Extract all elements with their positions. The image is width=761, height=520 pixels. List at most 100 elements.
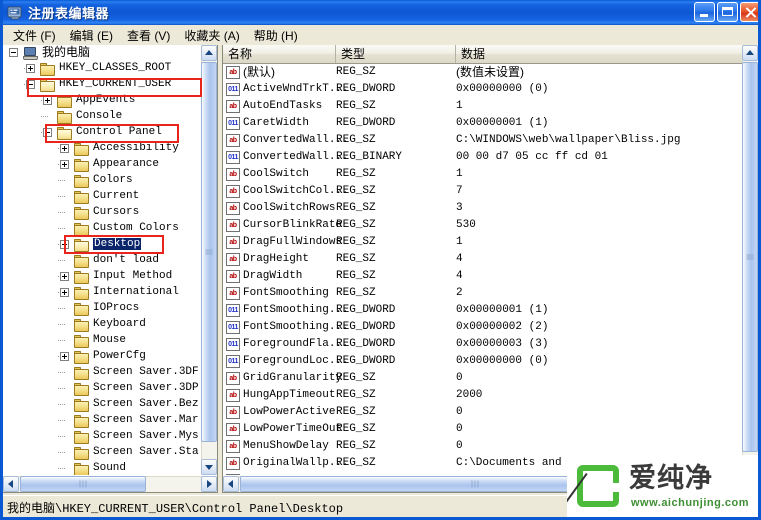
expand-icon[interactable] <box>60 288 69 297</box>
tree-vscroll-thumb[interactable] <box>201 62 217 442</box>
column-header-name[interactable]: 名称 <box>223 45 336 63</box>
tree-item-cursors[interactable]: Cursors <box>3 205 201 221</box>
menu-edit[interactable]: 编辑 (E) <box>63 25 120 46</box>
value-row[interactable]: ab CoolSwitchCol... REG_SZ 7 <box>223 183 741 200</box>
value-type: REG_SZ <box>336 372 376 384</box>
tree-item-screen-saver-mar[interactable]: Screen Saver.Mar <box>3 413 201 429</box>
value-row[interactable]: 011 ActiveWndTrkT... REG_DWORD 0x00000000 (… <box>223 81 741 98</box>
maximize-button[interactable] <box>717 2 738 22</box>
tree-item-current[interactable]: Current <box>3 189 201 205</box>
folder-icon <box>57 111 73 124</box>
value-row[interactable]: ab FontSmoothing REG_SZ 2 <box>223 285 741 302</box>
value-row[interactable]: ab DragHeight REG_SZ 4 <box>223 251 741 268</box>
value-row[interactable]: ab DragWidth REG_SZ 4 <box>223 268 741 285</box>
tree-item-control-panel[interactable]: Control Panel <box>3 125 201 141</box>
registry-tree-pane[interactable]: 我的电脑 HKEY_CLASSES_ROOT HKEY_CURRENT_USER Ap… <box>3 45 218 493</box>
tree-hscroll-thumb[interactable] <box>20 476 146 492</box>
tree-scroll-right-button[interactable] <box>201 476 217 492</box>
folder-icon <box>74 255 90 268</box>
expand-icon[interactable] <box>60 240 69 249</box>
folder-icon <box>74 159 90 172</box>
tree-item-[interactable]: 我的电脑 <box>3 45 201 61</box>
value-row[interactable]: 011 FontSmoothing... REG_DWORD 0x00000001 (… <box>223 302 741 319</box>
tree-item-custom-colors[interactable]: Custom Colors <box>3 221 201 237</box>
tree-item-screen-saver-sta[interactable]: Screen Saver.Sta <box>3 445 201 461</box>
tree-item-screen-saver-3dp[interactable]: Screen Saver.3DP <box>3 381 201 397</box>
value-row[interactable]: ab GridGranularity REG_SZ 0 <box>223 370 741 387</box>
value-row[interactable]: ab LowPowerTimeOut REG_SZ 0 <box>223 421 741 438</box>
value-data: 1 <box>456 100 463 112</box>
tree-connector <box>58 228 65 230</box>
expand-icon[interactable] <box>60 160 69 169</box>
tree-item-powercfg[interactable]: PowerCfg <box>3 349 201 365</box>
value-row[interactable]: 011 ConvertedWall... REG_BINARY 00 00 d7 05… <box>223 149 741 166</box>
expand-icon[interactable] <box>60 352 69 361</box>
value-row[interactable]: 011 ForegroundLoc... REG_DWORD 0x00000000 (… <box>223 353 741 370</box>
tree-item-input-method[interactable]: Input Method <box>3 269 201 285</box>
value-row[interactable]: 011 ForegroundFla... REG_DWORD 0x00000003 (… <box>223 336 741 353</box>
tree-scroll-down-button[interactable] <box>201 459 217 475</box>
tree-item-mouse[interactable]: Mouse <box>3 333 201 349</box>
values-scroll-up-button[interactable] <box>742 45 758 61</box>
tree-item-hkey-classes-root[interactable]: HKEY_CLASSES_ROOT <box>3 61 201 77</box>
expand-icon[interactable] <box>60 144 69 153</box>
tree-item-screen-saver-mys[interactable]: Screen Saver.Mys <box>3 429 201 445</box>
expand-icon[interactable] <box>60 272 69 281</box>
tree-scroll-up-button[interactable] <box>201 45 217 61</box>
tree-connector <box>58 212 65 214</box>
value-row[interactable]: ab ConvertedWall... REG_SZ C:\WINDOWS\web\w… <box>223 132 741 149</box>
tree-item-appearance[interactable]: Appearance <box>3 157 201 173</box>
tree-item-appevents[interactable]: AppEvents <box>3 93 201 109</box>
value-name: ForegroundLoc... <box>243 355 349 367</box>
column-header-type[interactable]: 类型 <box>336 45 456 63</box>
value-row[interactable]: 011 CaretWidth REG_DWORD 0x00000001 (1) <box>223 115 741 132</box>
tree-item-screen-saver-3df[interactable]: Screen Saver.3DF <box>3 365 201 381</box>
tree-vertical-scrollbar[interactable] <box>201 45 217 475</box>
collapse-icon[interactable] <box>43 128 52 137</box>
tree-item-screen-saver-bez[interactable]: Screen Saver.Bez <box>3 397 201 413</box>
tree-item-don-t-load[interactable]: don't load <box>3 253 201 269</box>
tree-horizontal-scrollbar[interactable] <box>3 476 217 492</box>
tree-item-ioprocs[interactable]: IOProcs <box>3 301 201 317</box>
minimize-button[interactable] <box>694 2 715 22</box>
string-value-icon: ab <box>226 253 240 266</box>
tree-item-accessibility[interactable]: Accessibility <box>3 141 201 157</box>
values-vertical-scrollbar[interactable] <box>742 45 758 475</box>
expand-icon[interactable] <box>43 96 52 105</box>
menu-file[interactable]: 文件 (F) <box>6 25 63 46</box>
value-row[interactable]: ab CursorBlinkRate REG_SZ 530 <box>223 217 741 234</box>
menu-view[interactable]: 查看 (V) <box>120 25 177 46</box>
tree-item-sound[interactable]: Sound <box>3 461 201 475</box>
value-row[interactable]: ab DragFullWindows REG_SZ 1 <box>223 234 741 251</box>
tree-item-colors[interactable]: Colors <box>3 173 201 189</box>
registry-values-list: ab (默认) REG_SZ (数值未设置) 011 ActiveWndTrkT... RE… <box>223 64 741 475</box>
tree-item-keyboard[interactable]: Keyboard <box>3 317 201 333</box>
tree-item-label: Screen Saver.Mar <box>93 414 199 426</box>
value-row[interactable]: ab CoolSwitch REG_SZ 1 <box>223 166 741 183</box>
value-type: REG_SZ <box>336 389 376 401</box>
value-row[interactable]: ab CoolSwitchRows REG_SZ 3 <box>223 200 741 217</box>
value-row[interactable]: ab AutoEndTasks REG_SZ 1 <box>223 98 741 115</box>
close-button[interactable] <box>740 2 758 22</box>
value-name: LowPowerActive <box>243 406 336 418</box>
values-vscroll-thumb[interactable] <box>742 62 758 452</box>
expand-icon[interactable] <box>26 64 35 73</box>
string-value-icon: ab <box>226 100 240 113</box>
tree-scroll-left-button[interactable] <box>3 476 19 492</box>
tree-item-console[interactable]: Console <box>3 109 201 125</box>
value-row[interactable]: 011 FontSmoothing... REG_DWORD 0x00000002 (… <box>223 319 741 336</box>
collapse-icon[interactable] <box>9 48 18 57</box>
values-scroll-left-button[interactable] <box>223 476 239 492</box>
tree-item-international[interactable]: International <box>3 285 201 301</box>
value-row[interactable]: ab MenuShowDelay REG_SZ 0 <box>223 438 741 455</box>
column-header-data[interactable]: 数据 <box>456 45 741 63</box>
value-row[interactable]: ab LowPowerActive REG_SZ 0 <box>223 404 741 421</box>
menu-favorites[interactable]: 收藏夹 (A) <box>177 25 246 46</box>
tree-item-hkey-current-user[interactable]: HKEY_CURRENT_USER <box>3 77 201 93</box>
tree-item-desktop[interactable]: Desktop <box>3 237 201 253</box>
collapse-icon[interactable] <box>26 80 35 89</box>
menu-help[interactable]: 帮助 (H) <box>247 25 305 46</box>
value-row[interactable]: ab (默认) REG_SZ (数值未设置) <box>223 64 741 81</box>
value-row[interactable]: ab HungAppTimeout REG_SZ 2000 <box>223 387 741 404</box>
registry-values-pane[interactable]: 名称 类型 数据 ab (默认) REG_SZ (数值未设置) 011 ActiveWnd… <box>222 45 758 493</box>
